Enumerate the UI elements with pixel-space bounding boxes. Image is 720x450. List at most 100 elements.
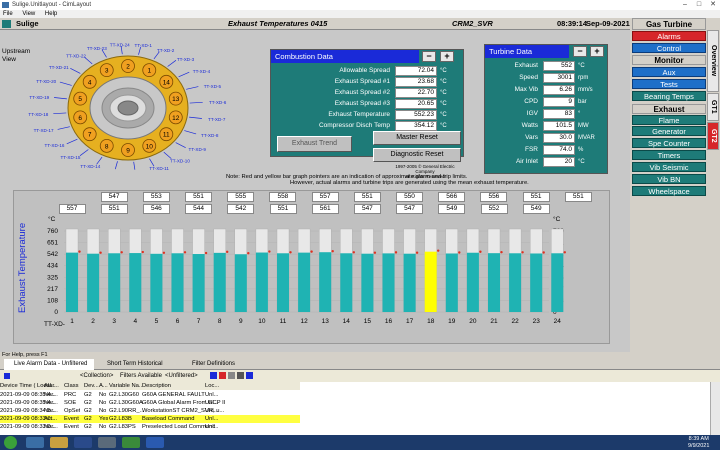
menu-file[interactable]: File [3, 11, 13, 17]
combustion-row-value: 354.12 [395, 121, 437, 131]
alarm-col-header[interactable]: Description [142, 382, 171, 390]
combustor-diagram: 1234567891011121314 TT-XD-1TT-XD-2TT-XD-… [28, 42, 226, 170]
close-button[interactable]: ✕ [706, 0, 720, 10]
nav-item-vib-bn[interactable]: Vib BN [632, 174, 706, 184]
turbine-row-unit: MW [578, 123, 589, 129]
alarm-scrollbar[interactable] [710, 382, 720, 435]
turbine-minus-button[interactable]: − [573, 46, 587, 57]
alarm-col-header[interactable]: Dev... [84, 382, 99, 390]
combustion-row-value: 72.04 [395, 66, 437, 76]
alarm-toolbar-icons[interactable] [210, 372, 290, 380]
collection-select[interactable]: <Collection> [80, 370, 113, 382]
tray-time: 8:39 AM [688, 436, 709, 442]
tc-pointer [175, 142, 186, 148]
x-tick-label: 9 [239, 318, 243, 325]
menu-help[interactable]: Help [45, 11, 57, 17]
tab-filter-definitions[interactable]: Filter Definitions [182, 359, 242, 370]
nav-item-monitor[interactable]: Monitor [632, 55, 706, 65]
combustion-row-label: Exhaust Temperature [271, 110, 393, 120]
alarm-cell: Nor... [44, 408, 58, 414]
pin-icon[interactable] [4, 373, 10, 379]
alarm-col-header[interactable]: Loc... [205, 382, 219, 390]
turbine-row: IGV 83 ° [485, 109, 609, 119]
toolbar-icon-4[interactable] [237, 372, 244, 379]
tab-gt2[interactable]: GT2 [707, 122, 719, 150]
master-reset-button[interactable]: Master Reset [373, 131, 461, 145]
x-tick-label: 3 [112, 318, 116, 325]
limit-pointer [394, 251, 398, 254]
tab-gt1[interactable]: GT1 [707, 93, 719, 121]
diagnostic-reset-button[interactable]: Diagnostic Reset [373, 148, 461, 162]
tab-historical-alarms[interactable]: Short Term Historical Alarms [97, 359, 179, 378]
alarm-col-header[interactable]: Alar... [44, 382, 59, 390]
nav-item-vib-seismic[interactable]: Vib Seismic [632, 162, 706, 172]
toolbar-icon-2[interactable] [219, 372, 226, 379]
tc-pointer [184, 130, 197, 135]
x-tick-label: 11 [280, 318, 287, 325]
combustor-can-label: 2 [126, 64, 130, 71]
nav-item-spe-counter[interactable]: Spe Counter [632, 138, 706, 148]
combustion-row: Exhaust Temperature 552.23 °C [271, 110, 465, 120]
alarm-row[interactable]: 2021-09-09 08:33:0... Nor... Event G2 No G2.L… [0, 423, 300, 431]
alarm-col-header[interactable]: A... [99, 382, 108, 390]
nav-item-timers[interactable]: Timers [632, 150, 706, 160]
nav-item-bearing-temps[interactable]: Bearing Temps [632, 91, 706, 101]
x-tick-label: 17 [406, 318, 414, 325]
y-tick-left: 434 [47, 263, 58, 270]
toolbar-icon-3[interactable] [228, 372, 235, 379]
alarm-row[interactable]: 2021-09-09 08:35:4... Nor... PRC G2 No G2.L30… [0, 391, 300, 399]
toolbar-icon-5[interactable] [246, 372, 253, 379]
nav-item-flame[interactable]: Flame [632, 115, 706, 125]
nav-item-alarms[interactable]: Alarms [632, 31, 706, 41]
bar [382, 253, 395, 312]
combustion-plus-button[interactable]: + [440, 51, 454, 62]
turbine-row: Air Inlet 20 °C [485, 157, 609, 167]
start-button[interactable] [4, 436, 17, 449]
nav-item-generator[interactable]: Generator [632, 126, 706, 136]
taskbar-excel-icon[interactable] [122, 437, 140, 448]
turbine-row: Speed 3001 rpm [485, 73, 609, 83]
tab-overview[interactable]: Overview [707, 30, 719, 92]
tc-pointer [53, 112, 67, 115]
nav-item-tests[interactable]: Tests [632, 79, 706, 89]
tc-label: TT-XD-17 [34, 128, 54, 133]
taskbar-word-icon[interactable] [146, 437, 164, 448]
tray-clock[interactable]: 8:39 AM 9/9/2021 [688, 436, 709, 449]
right-navigation: Gas Turbine Alarms Control Monitor Aux Tests… [630, 18, 720, 352]
combustion-minus-button[interactable]: − [422, 51, 436, 62]
taskbar-cimplicity-icon[interactable] [98, 437, 116, 448]
nav-item-exhaust[interactable]: Exhaust [632, 104, 706, 114]
y-tick-left: 651 [47, 240, 58, 247]
exhaust-trend-button[interactable]: Exhaust Trend [277, 136, 352, 152]
alarm-row[interactable]: 2021-09-09 08:34:5... Nor... OpSet G2 No G2.L… [0, 407, 300, 415]
menu-view[interactable]: View [22, 11, 35, 17]
nav-item-control[interactable]: Control [632, 43, 706, 53]
alarm-grid: Device Time ( Local... Alar... Class Dev...… [0, 382, 710, 435]
x-tick-label: 12 [300, 318, 308, 325]
turbine-row-value: 6.26 [543, 85, 575, 95]
alarm-row[interactable]: 2021-09-09 08:33:0... Act... Event G2 Yes G2.… [0, 415, 300, 423]
taskbar-app-icon[interactable] [74, 437, 92, 448]
bar [551, 253, 564, 312]
taskbar: 8:39 AM 9/9/2021 [0, 435, 720, 450]
alarm-col-header[interactable]: Variable Na... [109, 382, 144, 390]
alarm-col-header[interactable]: Class [64, 382, 79, 390]
nav-item-wheelspace[interactable]: Wheelspace [632, 186, 706, 196]
tab-live-alarms[interactable]: Live Alarm Data - Unfiltered [4, 359, 94, 370]
filter-select[interactable]: <Unfiltered> [165, 370, 198, 382]
combustor-can-label: 3 [105, 68, 109, 75]
status-bar: For Help, press F1 [0, 352, 720, 359]
combustion-row: Allowable Spread 72.04 °C [271, 66, 465, 76]
toolbar-icon-1[interactable] [210, 372, 217, 379]
minimize-button[interactable]: – [678, 0, 692, 10]
turbine-row-label: Exhaust [485, 61, 541, 71]
combustor-can-label: 13 [172, 96, 180, 103]
nav-item-aux[interactable]: Aux [632, 67, 706, 77]
bar [150, 253, 163, 312]
turbine-row-value: 20 [543, 157, 575, 167]
taskbar-ie-icon[interactable] [26, 437, 44, 448]
turbine-plus-button[interactable]: + [590, 46, 604, 57]
alarm-row[interactable]: 2021-09-09 08:35:4... Nor... SOE G2 No G2.L30… [0, 399, 300, 407]
taskbar-folder-icon[interactable] [50, 437, 68, 448]
maximize-button[interactable]: □ [692, 0, 706, 10]
